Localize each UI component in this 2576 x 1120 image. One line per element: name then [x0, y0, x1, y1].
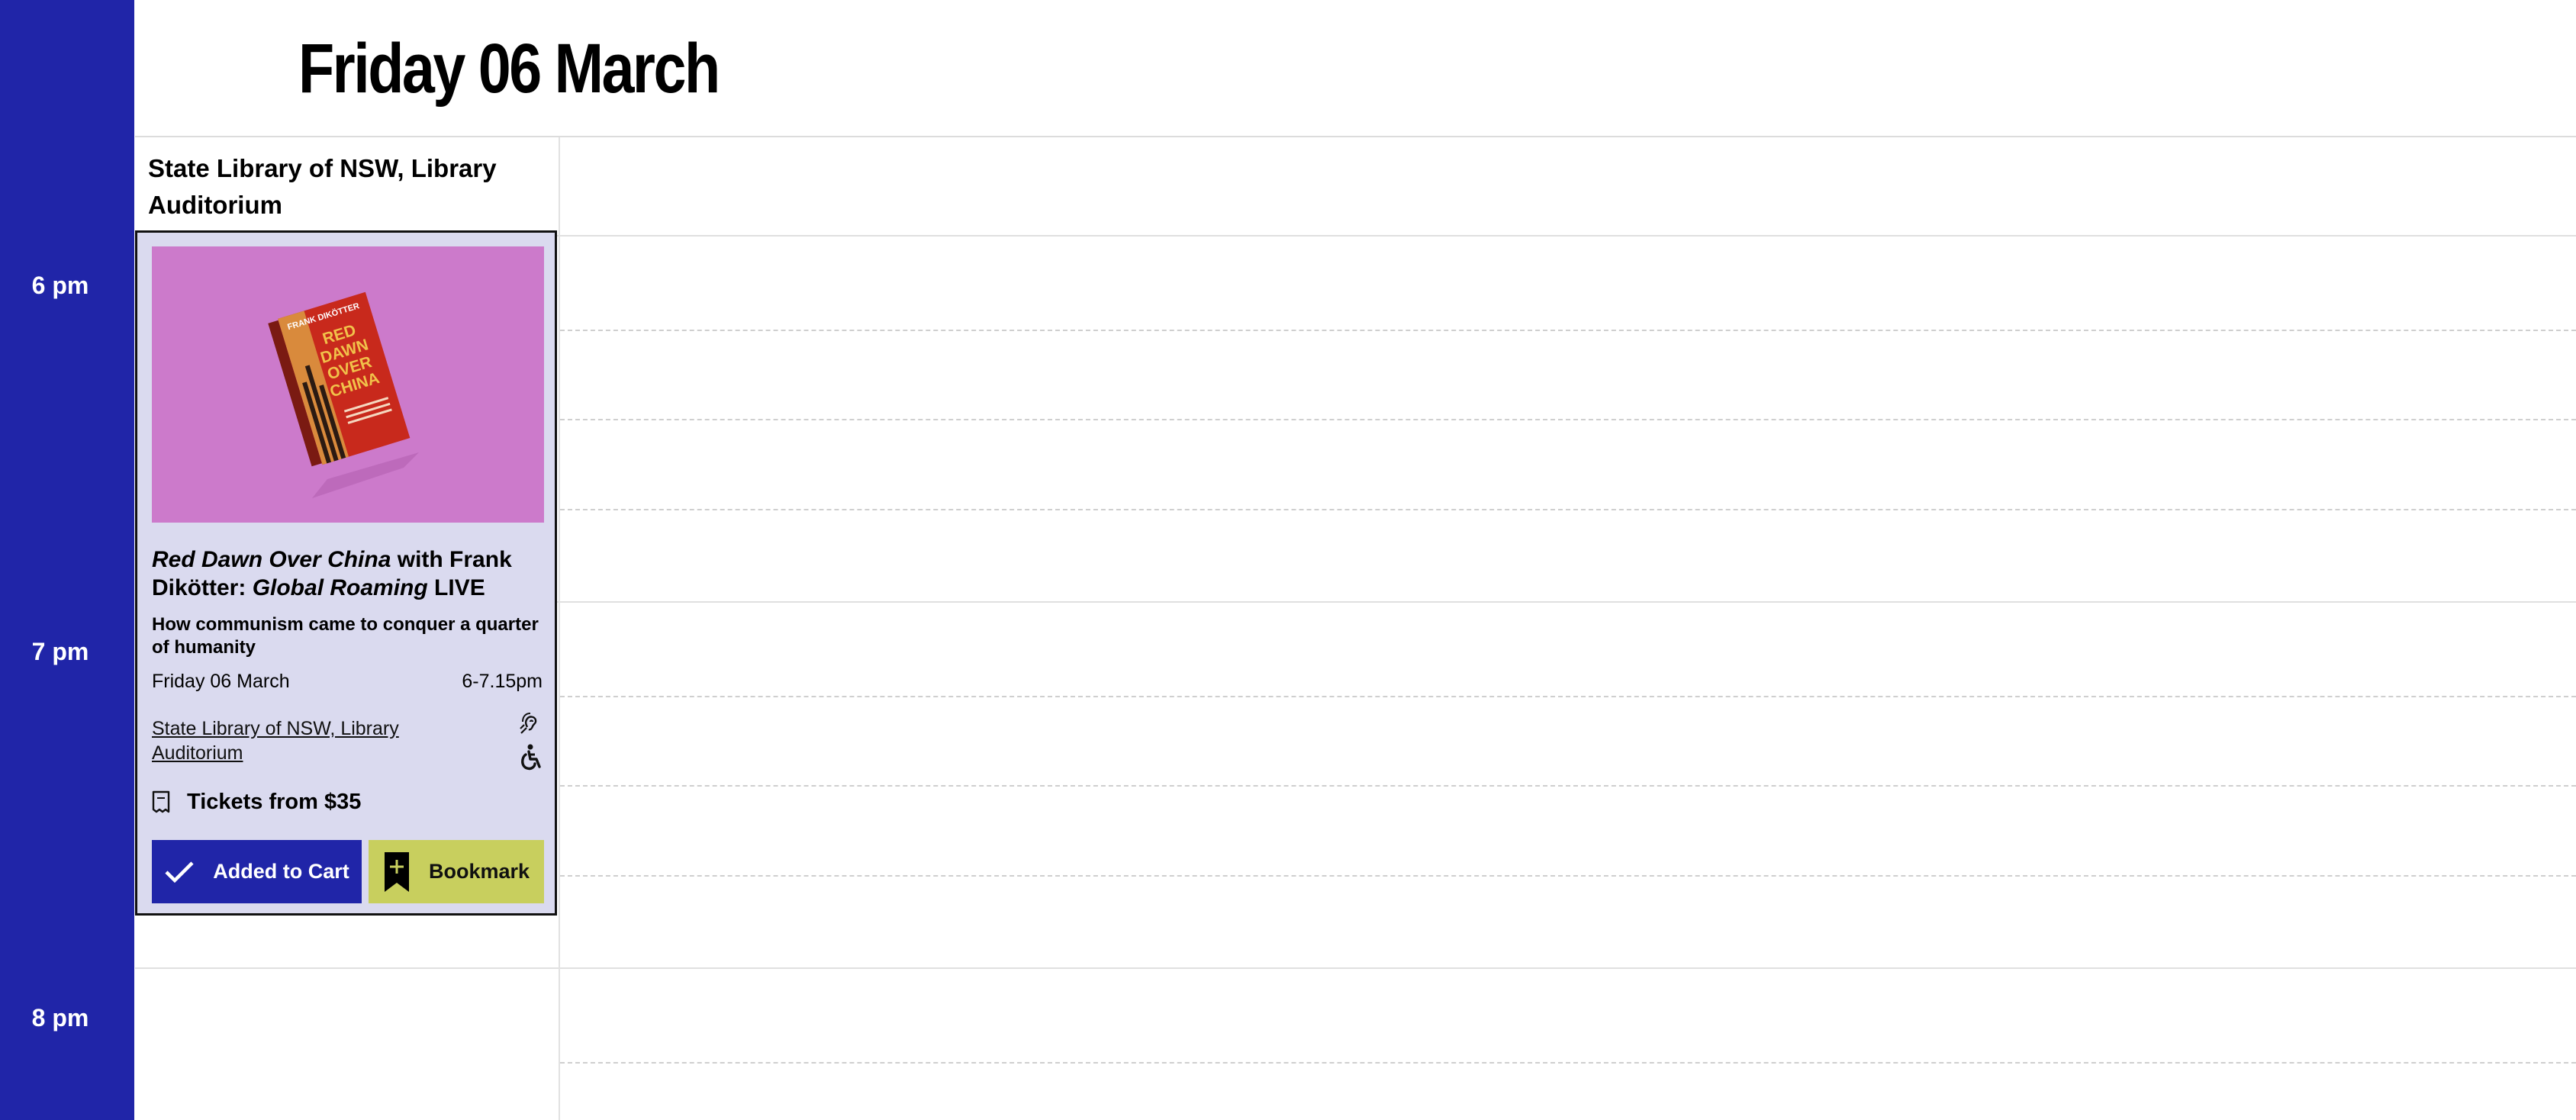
ticket-icon: [152, 790, 170, 813]
tickets-row: Tickets from $35: [152, 787, 361, 817]
event-card[interactable]: FRANK DIKÖTTER RED DAWN OVER CHINA Red D…: [135, 230, 557, 916]
time-label-7pm: 7 pm: [31, 638, 89, 665]
hearing-loop-icon: [520, 713, 537, 734]
quarter-line: [560, 330, 2576, 331]
checkmark-icon: [165, 861, 194, 883]
event-title-suffix: LIVE: [427, 575, 485, 600]
quarter-line: [560, 509, 2576, 510]
quarter-line: [560, 1062, 2576, 1064]
event-subtitle: How communism came to conquer a quarter …: [152, 614, 539, 658]
quarter-line: [560, 785, 2576, 787]
venue-name: State Library of NSW, Library Auditorium: [148, 154, 497, 219]
added-to-cart-button[interactable]: Added to Cart: [152, 840, 362, 903]
book-cover-image: FRANK DIKÖTTER RED DAWN OVER CHINA: [152, 246, 544, 523]
event-image[interactable]: FRANK DIKÖTTER RED DAWN OVER CHINA: [152, 246, 544, 523]
event-time: 6-7.15pm: [462, 671, 543, 692]
hour-line-8pm: [135, 967, 2576, 969]
time-label-8pm: 8 pm: [31, 1004, 89, 1031]
event-venue-link[interactable]: State Library of NSW, Library Auditorium: [152, 716, 442, 765]
event-title-book: Red Dawn Over China: [152, 547, 391, 572]
event-date: Friday 06 March: [152, 671, 290, 692]
day-header: Friday 06 March: [135, 0, 2576, 137]
venue-column-divider: [559, 137, 560, 1120]
quarter-line: [560, 875, 2576, 877]
bookmark-button-label: Bookmark: [428, 860, 530, 883]
time-column: 6 pm 7 pm 8 pm: [0, 0, 134, 1120]
bookmark-plus-icon: [384, 851, 409, 892]
venue-column-header: State Library of NSW, Library Auditorium: [135, 137, 559, 235]
cart-button-label: Added to Cart: [213, 860, 349, 883]
time-label-6pm: 6 pm: [31, 272, 89, 299]
quarter-line: [560, 696, 2576, 697]
event-title[interactable]: Red Dawn Over China with Frank Dikötter:…: [152, 546, 544, 602]
wheelchair-icon: [521, 744, 541, 771]
page-title: Friday 06 March: [298, 30, 720, 108]
quarter-line: [560, 419, 2576, 420]
tickets-price: Tickets from $35: [187, 789, 362, 814]
bookmark-button[interactable]: Bookmark: [369, 840, 544, 903]
event-title-series: Global Roaming: [252, 575, 428, 600]
